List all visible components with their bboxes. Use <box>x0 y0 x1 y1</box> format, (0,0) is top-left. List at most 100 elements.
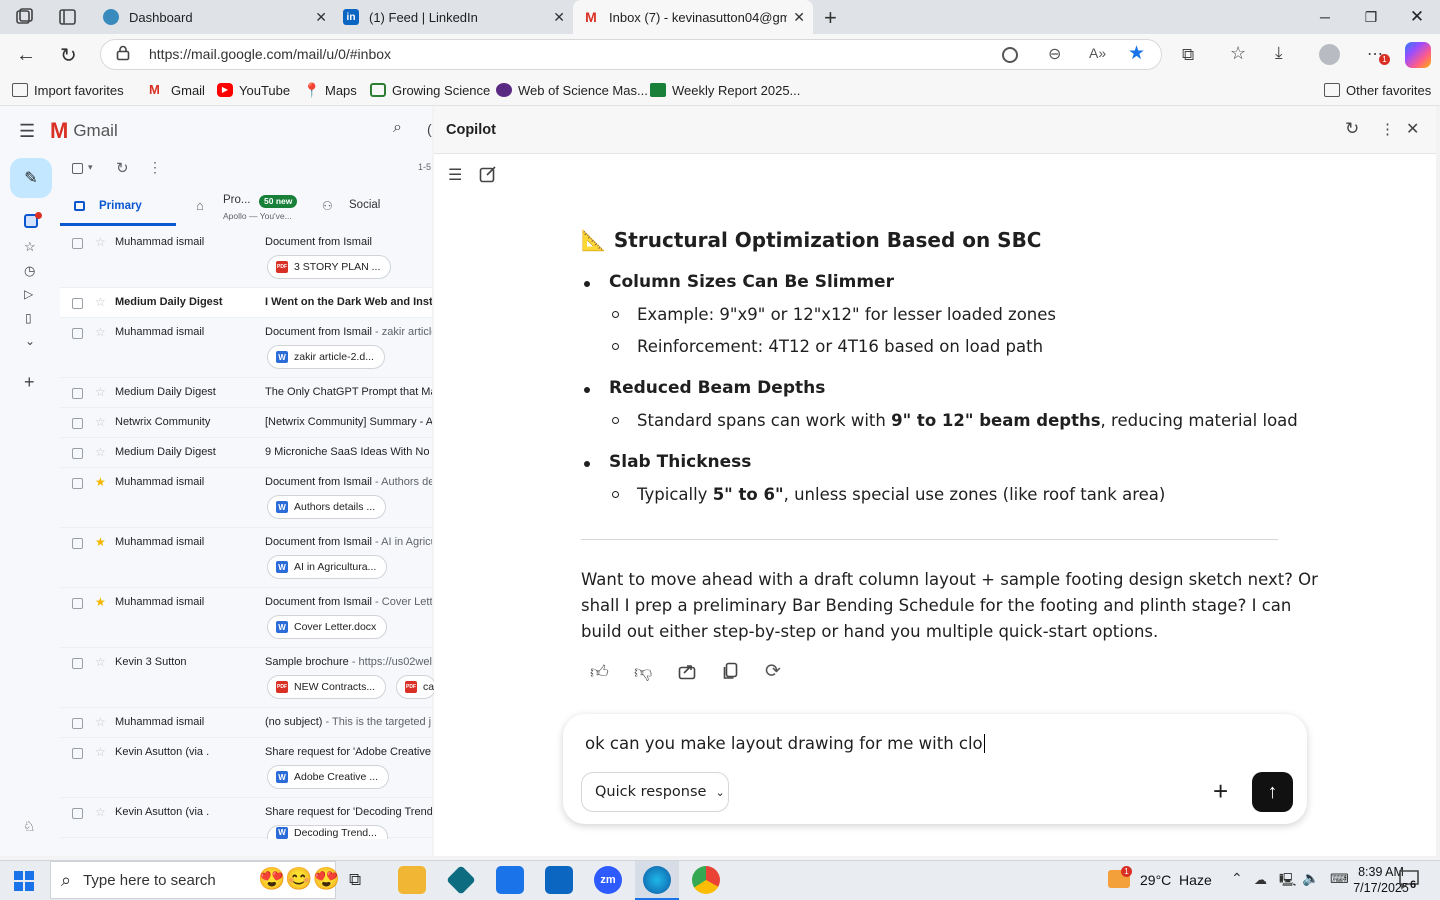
main-menu-icon[interactable]: ☰ <box>19 121 35 142</box>
email-row[interactable]: ★ Muhammad ismail Document from Ismail - C… <box>60 588 432 648</box>
row-checkbox[interactable] <box>72 808 83 819</box>
network-icon[interactable]: 🖳 <box>1279 871 1296 893</box>
other-favorites[interactable]: Other favorites <box>1324 76 1431 104</box>
attachment-chip[interactable]: PDF NEW Contracts... <box>267 675 387 699</box>
copy-icon[interactable] <box>722 662 740 680</box>
star-icon[interactable]: ☆ <box>95 385 106 399</box>
share-icon[interactable] <box>678 662 696 680</box>
tab-linkedin[interactable]: in (1) Feed | LinkedIn ✕ <box>333 0 573 34</box>
copilot-close-icon[interactable]: ✕ <box>1406 119 1419 139</box>
chrome-icon[interactable] <box>692 866 720 894</box>
store-icon[interactable] <box>496 866 524 894</box>
close-tab-icon[interactable]: ✕ <box>315 9 327 26</box>
star-icon[interactable]: ☆ <box>95 295 106 309</box>
star-icon[interactable]: ★ <box>95 595 106 609</box>
row-checkbox[interactable] <box>72 238 83 249</box>
history-menu-icon[interactable]: ☰ <box>448 165 462 185</box>
refresh-icon[interactable]: ↻ <box>60 43 77 68</box>
copilot-icon[interactable] <box>1405 42 1431 68</box>
row-checkbox[interactable] <box>72 538 83 549</box>
star-icon[interactable]: ☆ <box>95 745 106 759</box>
profile-avatar-icon[interactable] <box>1319 44 1340 65</box>
more-labels-icon[interactable]: ⌄ <box>25 334 35 348</box>
new-tab-icon[interactable]: + <box>824 5 837 31</box>
favorites-icon[interactable]: ☆ <box>1230 43 1246 64</box>
tab-actions-icon[interactable] <box>58 8 78 26</box>
email-row[interactable]: ★ Muhammad ismail Document from Ismail - A… <box>60 528 432 588</box>
star-icon[interactable]: ☆ <box>95 325 106 339</box>
row-checkbox[interactable] <box>72 598 83 609</box>
new-chat-icon[interactable] <box>479 165 497 183</box>
ime-icon[interactable]: ⌨ <box>1330 871 1349 887</box>
email-row[interactable]: ☆ Medium Daily Digest 9 Microniche SaaS Id… <box>60 438 432 468</box>
site-info-icon[interactable] <box>116 45 130 61</box>
minimize-icon[interactable]: ─ <box>1302 0 1348 34</box>
select-all-checkbox[interactable] <box>72 163 83 174</box>
row-checkbox[interactable] <box>72 748 83 759</box>
email-row[interactable]: ☆ Kevin Asutton (via . Share request for '… <box>60 798 432 839</box>
close-tab-icon[interactable]: ✕ <box>553 9 565 26</box>
windows-start-icon[interactable] <box>14 871 34 891</box>
row-checkbox[interactable] <box>72 718 83 729</box>
tracking-prevention-icon[interactable] <box>1002 47 1018 63</box>
star-icon[interactable]: ☆ <box>95 805 106 819</box>
search-options-icon[interactable]: ( <box>427 121 432 137</box>
attachment-chip[interactable]: PDFcap <box>396 675 436 699</box>
favorite-maps[interactable]: 📍 Maps <box>303 76 357 104</box>
snoozed-icon[interactable]: ◷ <box>24 263 35 279</box>
tab-social[interactable]: Social <box>349 199 380 211</box>
add-label-icon[interactable]: + <box>24 372 35 393</box>
read-aloud-icon[interactable]: A» <box>1089 45 1106 61</box>
more-actions-icon[interactable]: ⋮ <box>148 159 162 176</box>
tab-gmail-inbox[interactable]: M Inbox (7) - kevinasutton04@gma ✕ <box>573 0 813 34</box>
response-mode-dropdown[interactable]: Quick response ⌄ <box>581 772 729 812</box>
favorite-growing-science[interactable]: Growing Science <box>370 76 490 104</box>
drafts-icon[interactable]: ▯ <box>25 311 32 325</box>
onedrive-icon[interactable]: ☁ <box>1254 872 1267 888</box>
gmail-logo[interactable]: M Gmail <box>50 118 118 144</box>
star-icon[interactable]: ☆ <box>95 655 106 669</box>
workspaces-icon[interactable] <box>14 8 34 26</box>
thumbs-up-icon[interactable]: 👍︎ <box>590 661 609 683</box>
thumbs-down-icon[interactable]: 👎︎ <box>634 661 652 683</box>
email-row[interactable]: ☆ Medium Daily Digest I Went on the Dark W… <box>60 288 432 318</box>
email-row[interactable]: ☆ Kevin Asutton (via . Share request for '… <box>60 738 432 798</box>
favorite-star-icon[interactable]: ★ <box>1128 42 1145 65</box>
zoom-app-icon[interactable]: zm <box>594 866 622 894</box>
regenerate-icon[interactable]: ⟳ <box>765 660 781 683</box>
email-row[interactable]: ☆ Muhammad ismail (no subject) - This is t… <box>60 708 432 738</box>
task-view-icon[interactable]: ⧉ <box>349 870 361 890</box>
tab-promotions[interactable]: Pro... <box>223 194 250 206</box>
volume-icon[interactable]: 🔈 <box>1302 870 1319 887</box>
search-highlights-emoji-icon[interactable]: 😍😊😍 <box>258 866 340 892</box>
attachment-chip[interactable]: W Adobe Creative ... <box>267 765 390 789</box>
add-attachment-icon[interactable]: + <box>1213 778 1228 804</box>
close-window-icon[interactable]: ✕ <box>1394 0 1440 34</box>
mail-icon[interactable] <box>545 866 573 894</box>
email-row[interactable]: ☆ Muhammad ismail Document from Ismail PDF 3… <box>60 228 432 288</box>
row-checkbox[interactable] <box>72 448 83 459</box>
attachment-chip[interactable]: PDF 3 STORY PLAN ... <box>267 255 392 279</box>
email-row[interactable]: ★ Muhammad ismail Document from Ismail - A… <box>60 468 432 528</box>
send-button[interactable]: ↑ <box>1252 772 1293 812</box>
tab-primary[interactable]: Primary <box>60 188 176 226</box>
attachment-chip[interactable]: W AI in Agricultura... <box>267 555 388 579</box>
star-icon[interactable]: ★ <box>95 535 106 549</box>
row-checkbox[interactable] <box>72 658 83 669</box>
show-hidden-icons-icon[interactable]: ⌃ <box>1231 870 1243 887</box>
row-checkbox[interactable] <box>72 478 83 489</box>
row-checkbox[interactable] <box>72 328 83 339</box>
row-checkbox[interactable] <box>72 298 83 309</box>
support-icon[interactable]: ♘ <box>23 818 36 835</box>
star-icon[interactable]: ☆ <box>95 445 106 459</box>
chat-input[interactable]: ok can you make layout drawing for me wi… <box>585 734 985 753</box>
email-row[interactable]: ☆ Medium Daily Digest The Only ChatGPT Pro… <box>60 378 432 408</box>
downloads-icon[interactable]: ⤓ <box>1275 43 1283 63</box>
weather-text[interactable]: 29°C Haze <box>1140 872 1212 888</box>
search-mail-icon[interactable]: ⌕ <box>393 119 402 137</box>
tab-dashboard[interactable]: Dashboard ✕ <box>93 0 335 34</box>
copilot-refresh-icon[interactable]: ↻ <box>1345 119 1359 139</box>
back-icon[interactable]: ← <box>16 44 36 67</box>
email-row[interactable]: ☆ Kevin 3 Sutton Sample brochure - https:/… <box>60 648 436 708</box>
attachment-chip[interactable]: W Decoding Trend... <box>267 825 388 839</box>
